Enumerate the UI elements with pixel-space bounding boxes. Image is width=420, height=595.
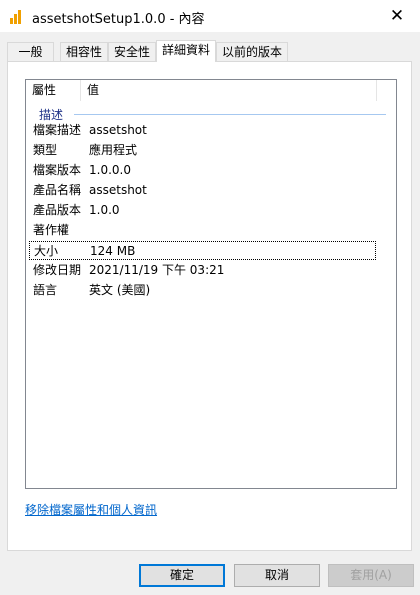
property-name: 修改日期 xyxy=(33,263,82,277)
ok-button[interactable]: 確定 xyxy=(139,564,225,587)
property-value: 應用程式 xyxy=(89,143,138,157)
property-name: 類型 xyxy=(33,143,58,157)
list-item[interactable]: 檔案版本 1.0.0.0 xyxy=(29,161,376,180)
tab-compatibility[interactable]: 相容性 xyxy=(60,42,108,61)
property-value: assetshot xyxy=(89,123,147,137)
remove-properties-link[interactable]: 移除檔案屬性和個人資訊 xyxy=(25,501,157,518)
property-name: 檔案描述 xyxy=(33,123,82,137)
property-name: 產品名稱 xyxy=(33,183,82,197)
property-name: 語言 xyxy=(33,283,58,297)
list-item[interactable]: 產品版本 1.0.0 xyxy=(29,201,376,220)
window-title: assetshotSetup1.0.0 - 內容 xyxy=(32,12,205,27)
property-list[interactable]: 屬性 值 描述 檔案描述 assetshot 類型 應用程式 檔案版本 1.0.… xyxy=(25,79,397,489)
property-name: 檔案版本 xyxy=(33,163,82,177)
column-header-value[interactable]: 值 xyxy=(81,80,377,101)
property-value: 1.0.0.0 xyxy=(89,163,131,177)
property-value: 2021/11/19 下午 03:21 xyxy=(89,263,225,277)
property-name: 著作權 xyxy=(33,223,70,237)
property-name: 大小 xyxy=(34,244,59,258)
list-item[interactable]: 著作權 xyxy=(29,221,376,240)
tab-previous-versions[interactable]: 以前的版本 xyxy=(216,42,288,61)
property-value: 1.0.0 xyxy=(89,203,120,217)
column-header-property[interactable]: 屬性 xyxy=(26,80,81,101)
list-item[interactable]: 語言 英文 (美國) xyxy=(29,281,376,300)
group-divider xyxy=(74,114,386,115)
property-value: 124 MB xyxy=(90,244,136,258)
group-header-description: 描述 xyxy=(34,106,394,123)
property-name: 產品版本 xyxy=(33,203,82,217)
title-bar: assetshotSetup1.0.0 - 內容 ✕ xyxy=(0,0,420,32)
list-item[interactable]: 類型 應用程式 xyxy=(29,141,376,160)
list-item[interactable]: 修改日期 2021/11/19 下午 03:21 xyxy=(29,261,376,280)
close-icon[interactable]: ✕ xyxy=(374,0,420,32)
apply-button[interactable]: 套用(A) xyxy=(328,564,414,587)
list-item[interactable]: 檔案描述 assetshot xyxy=(29,121,376,140)
property-value: assetshot xyxy=(89,183,147,197)
list-item-selected[interactable]: 大小 124 MB xyxy=(29,241,376,260)
list-header: 屬性 值 xyxy=(26,80,396,101)
list-item[interactable]: 產品名稱 assetshot xyxy=(29,181,376,200)
property-value: 英文 (美國) xyxy=(89,283,151,297)
cancel-button[interactable]: 取消 xyxy=(234,564,320,587)
tab-security[interactable]: 安全性 xyxy=(108,42,156,61)
app-icon xyxy=(10,10,24,24)
tab-details[interactable]: 詳細資料 xyxy=(156,40,216,62)
tab-general[interactable]: 一般 xyxy=(7,42,54,61)
